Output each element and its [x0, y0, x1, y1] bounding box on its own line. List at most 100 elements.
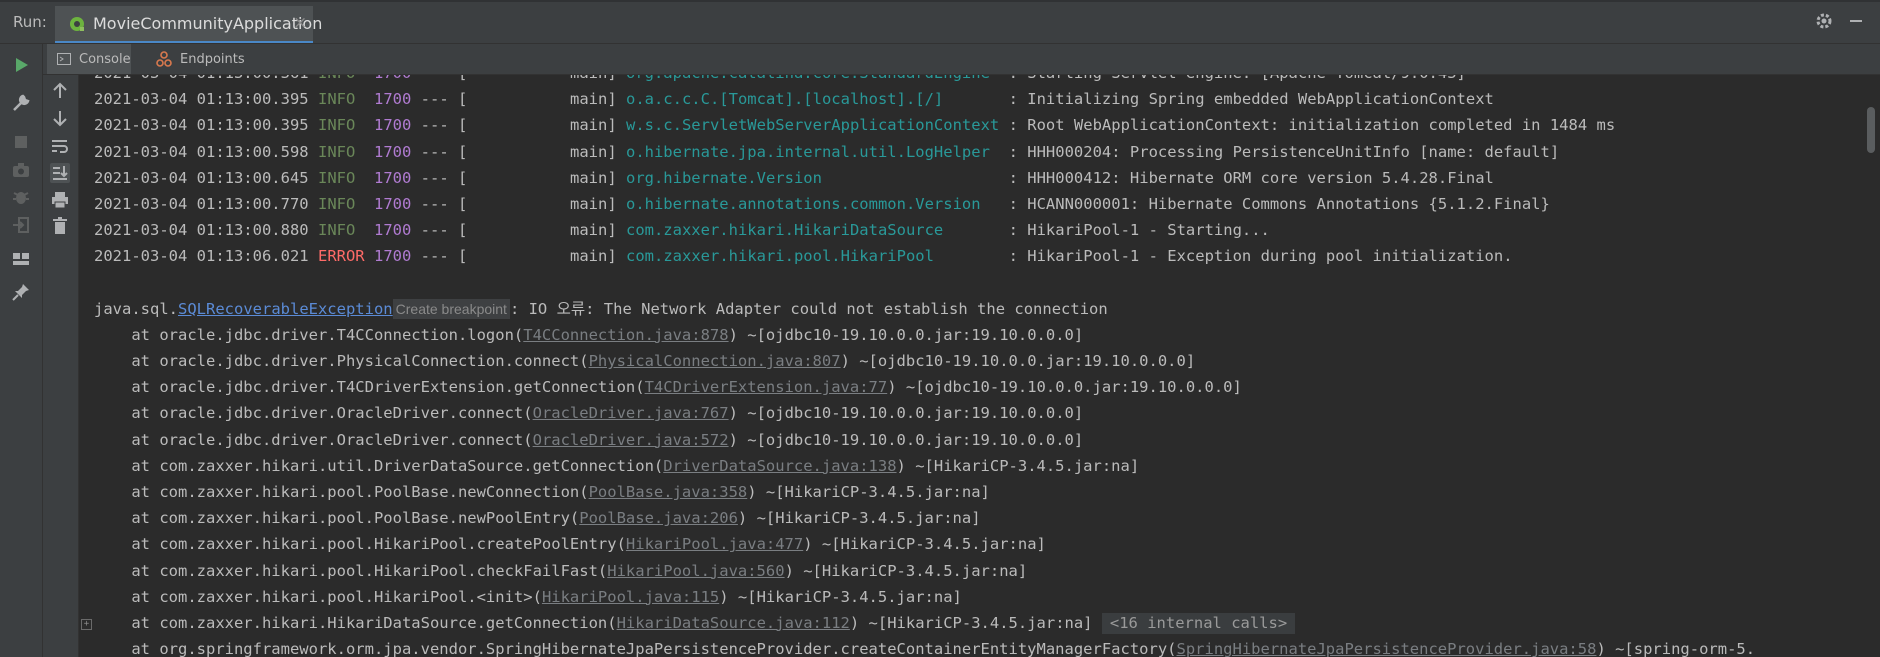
internal-calls-fold[interactable]: <16 internal calls>	[1101, 612, 1296, 634]
log-pid: 1700	[374, 75, 411, 82]
expand-fold-icon[interactable]: +	[81, 619, 92, 630]
console-toolbar	[43, 75, 79, 657]
gear-icon[interactable]	[1814, 11, 1834, 35]
stack-frame: at com.zaxxer.hikari.pool.PoolBase.newPo…	[94, 505, 1755, 531]
log-message: HikariPool-1 - Exception during pool ini…	[1027, 247, 1513, 266]
stack-frame: at com.zaxxer.hikari.pool.PoolBase.newCo…	[94, 479, 1755, 505]
log-thread: main	[570, 247, 608, 266]
source-link[interactable]: OracleDriver.java:767	[533, 404, 729, 422]
log-logger: com.zaxxer.hikari.pool.HikariPool	[626, 247, 934, 266]
tab-console[interactable]: Console	[47, 44, 131, 74]
log-level: INFO	[317, 221, 356, 240]
log-thread: main	[570, 75, 607, 82]
close-icon[interactable]: ×	[293, 13, 307, 33]
stack-suffix: ) ~[HikariCP-3.4.5.jar:na]	[737, 509, 981, 528]
log-message: HikariPool-1 - Starting...	[1027, 221, 1270, 240]
source-link[interactable]: T4CDriverExtension.java:77	[645, 378, 888, 396]
stack-frame: at oracle.jdbc.driver.T4CConnection.logo…	[94, 322, 1755, 348]
create-breakpoint-button[interactable]: Create breakpoint	[392, 299, 510, 320]
log-level: INFO	[318, 75, 355, 82]
pin-icon[interactable]	[11, 282, 31, 302]
source-link[interactable]: PoolBase.java:206	[579, 509, 738, 527]
log-thread: main	[569, 142, 608, 161]
stack-suffix: ) ~[HikariCP-3.4.5.jar:na]	[849, 613, 1093, 632]
log-line: 2021-03-04 01:13:00.645 INFO 1700 --- [ …	[94, 168, 1494, 187]
log-level: INFO	[317, 194, 356, 213]
stack-suffix: ) ~[HikariCP-3.4.5.jar:na]	[896, 456, 1140, 475]
log-timestamp: 2021-03-04 01:13:00.880	[94, 221, 309, 240]
log-line: 2021-03-04 01:13:00.598 INFO 1700 --- [ …	[94, 142, 1560, 161]
log-separator: ---	[420, 90, 449, 109]
source-link[interactable]: SpringHibernateJpaPersistenceProvider.ja…	[1177, 640, 1597, 657]
stack-method: at com.zaxxer.hikari.pool.HikariPool.<in…	[131, 587, 542, 606]
arrow-up-icon[interactable]	[50, 81, 70, 101]
soft-wrap-icon[interactable]	[50, 136, 70, 156]
stack-frame: at oracle.jdbc.driver.T4CDriverExtension…	[94, 374, 1755, 400]
source-link[interactable]: HikariPool.java:115	[542, 588, 719, 606]
source-link[interactable]: PhysicalConnection.java:807	[589, 352, 841, 370]
source-link[interactable]: HikariPool.java:477	[626, 535, 803, 553]
print-icon[interactable]	[50, 190, 70, 210]
stop-icon[interactable]	[11, 132, 31, 152]
log-line: 2021-03-04 01:13:00.880 INFO 1700 --- [ …	[94, 221, 1270, 240]
login-icon[interactable]	[11, 215, 31, 235]
scroll-to-end-icon[interactable]	[50, 163, 70, 183]
exception-line: java.sql.SQLRecoverableException Create b…	[94, 296, 1755, 322]
log-message: HCANN000001: Hibernate Commons Annotatio…	[1027, 194, 1550, 213]
log-pid: 1700	[373, 221, 412, 240]
log-logger: com.zaxxer.hikari.HikariDataSource	[625, 221, 944, 240]
console-output[interactable]: 2021-03-04 01:13:00.361 INFO 1700 --- [ …	[79, 75, 1862, 657]
stack-frame: at oracle.jdbc.driver.PhysicalConnection…	[94, 348, 1755, 374]
stack-suffix: ) ~[HikariCP-3.4.5.jar:na]	[803, 535, 1046, 554]
tab-movie-community-application[interactable]: MovieCommunityApplication ×	[55, 6, 322, 43]
stack-method: at com.zaxxer.hikari.util.DriverDataSour…	[131, 456, 664, 475]
log-message: HHH000204: Processing PersistenceUnitInf…	[1027, 142, 1560, 161]
wrench-icon[interactable]	[11, 93, 31, 113]
source-link[interactable]: PoolBase.java:358	[589, 483, 748, 501]
arrow-down-icon[interactable]	[50, 108, 70, 128]
log-separator: ---	[420, 116, 449, 135]
exception-class-link[interactable]: SQLRecoverableException	[178, 300, 393, 318]
log-separator: ---	[420, 194, 449, 213]
source-link[interactable]: DriverDataSource.java:138	[663, 457, 896, 475]
camera-icon[interactable]	[11, 160, 31, 180]
tab-endpoints[interactable]: Endpoints	[156, 44, 256, 74]
scrollbar-thumb[interactable]	[1867, 107, 1875, 153]
log-line: 2021-03-04 01:13:00.361 INFO 1700 --- [ …	[94, 75, 1755, 86]
stack-frame: at com.zaxxer.hikari.pool.HikariPool.che…	[94, 558, 1755, 584]
stack-frame: at org.springframework.orm.jpa.vendor.Sp…	[94, 636, 1755, 657]
log-separator: ---	[421, 75, 449, 82]
log-level: INFO	[317, 142, 356, 161]
log-timestamp: 2021-03-04 01:13:06.021	[94, 247, 309, 266]
log-line: 2021-03-04 01:13:00.770 INFO 1700 --- [ …	[94, 194, 1550, 213]
source-link[interactable]: T4CConnection.java:878	[523, 326, 728, 344]
stack-method: at oracle.jdbc.driver.OracleDriver.conne…	[131, 404, 533, 423]
layout-icon[interactable]	[11, 249, 31, 269]
log-timestamp: 2021-03-04 01:13:00.395	[94, 90, 309, 109]
debug-bug-icon[interactable]	[11, 187, 31, 207]
stack-suffix: ) ~[HikariCP-3.4.5.jar:na]	[784, 561, 1028, 580]
stack-method: at oracle.jdbc.driver.OracleDriver.conne…	[131, 430, 533, 449]
stack-suffix: ) ~[ojdbc10-19.10.0.0.jar:19.10.0.0.0]	[840, 352, 1196, 371]
stack-suffix: ) ~[HikariCP-3.4.5.jar:na]	[719, 587, 962, 606]
log-logger: o.hibernate.annotations.common.Version	[625, 194, 981, 213]
source-link[interactable]: OracleDriver.java:572	[533, 431, 729, 449]
trash-icon[interactable]	[50, 216, 70, 236]
minimize-icon[interactable]	[1850, 20, 1862, 22]
vertical-scrollbar[interactable]	[1862, 75, 1880, 657]
log-pid: 1700	[373, 90, 412, 109]
stack-method: at oracle.jdbc.driver.T4CDriverExtension…	[131, 378, 645, 397]
source-link[interactable]: HikariPool.java:560	[607, 562, 784, 580]
log-separator: ---	[420, 168, 449, 187]
tab-console-label: Console	[79, 51, 131, 67]
log-level: INFO	[317, 168, 356, 187]
stack-method: at com.zaxxer.hikari.pool.HikariPool.che…	[131, 561, 608, 580]
log-thread: main	[569, 168, 608, 187]
source-link[interactable]: HikariDataSource.java:112	[617, 614, 850, 632]
stack-frame: at oracle.jdbc.driver.OracleDriver.conne…	[94, 400, 1755, 426]
exception-message: : IO 오류: The Network Adapter could not e…	[509, 299, 1108, 318]
stack-suffix: ) ~[ojdbc10-19.10.0.0.jar:19.10.0.0.0]	[887, 378, 1242, 397]
rerun-icon[interactable]	[11, 55, 31, 75]
log-separator: ---	[420, 142, 449, 161]
